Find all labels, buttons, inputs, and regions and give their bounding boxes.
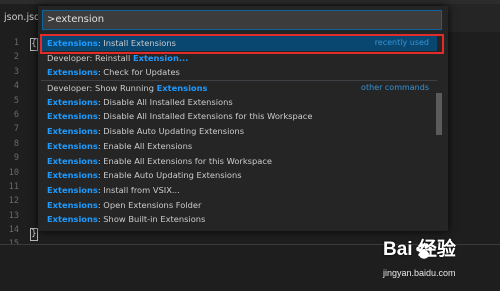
command-item-enable-auto-update[interactable]: Extensions: Enable Auto Updating Extensi… <box>41 168 437 183</box>
command-item-show-builtin[interactable]: Extensions: Show Built-in Extensions <box>41 212 437 227</box>
command-item-disable-all[interactable]: Extensions: Disable All Installed Extens… <box>41 95 437 110</box>
line-number: 7 <box>13 124 19 135</box>
baidu-jingyan-watermark: Bai 经验 jingyan.baidu.com <box>383 238 500 291</box>
command-category: Extensions <box>47 170 98 181</box>
other-commands-tag: other commands <box>361 83 429 93</box>
command-label: : Check for Updates <box>97 67 180 78</box>
command-category: Developer: Show Running <box>47 83 157 94</box>
line-number: 9 <box>13 153 19 164</box>
command-label: Extension... <box>132 52 189 63</box>
line-number: 3 <box>13 66 19 77</box>
command-item-show-running-extensions[interactable]: Developer: Show Running Extensions other… <box>41 80 437 95</box>
line-number: 10 <box>8 167 19 178</box>
line-number: 2 <box>13 52 19 63</box>
command-list: Extensions: Install Extensions recently … <box>41 36 437 227</box>
watermark-url: jingyan.baidu.com <box>383 268 456 278</box>
command-category: Extensions <box>47 126 98 137</box>
command-category: Extensions <box>47 199 98 210</box>
command-category: Extensions <box>47 214 98 225</box>
line-number: 14 <box>8 225 19 236</box>
command-item-disable-all-workspace[interactable]: Extensions: Disable All Installed Extens… <box>41 109 437 124</box>
paw-logo-icon <box>416 243 433 259</box>
command-label: : Install from VSIX... <box>97 184 180 195</box>
line-number: 8 <box>13 138 19 149</box>
command-item-check-updates[interactable]: Extensions: Check for Updates <box>41 65 437 80</box>
command-item-enable-all-workspace[interactable]: Extensions: Enable All Extensions for th… <box>41 154 437 169</box>
command-item-enable-all[interactable]: Extensions: Enable All Extensions <box>41 139 437 154</box>
command-label: : Open Extensions Folder <box>97 199 202 210</box>
command-label: : Enable All Extensions for this Workspa… <box>97 155 272 166</box>
line-number: 5 <box>13 95 19 106</box>
close-brace: } <box>30 228 38 241</box>
line-number: 11 <box>8 181 19 192</box>
command-category: Extensions <box>47 96 98 107</box>
command-item-disable-auto-update[interactable]: Extensions: Disable Auto Updating Extens… <box>41 124 437 139</box>
line-number: 13 <box>8 210 19 221</box>
command-label: : Disable All Installed Extensions for t… <box>97 111 313 122</box>
line-number: 4 <box>13 81 19 92</box>
command-item-install-vsix[interactable]: Extensions: Install from VSIX... <box>41 183 437 198</box>
line-number: 6 <box>13 109 19 120</box>
command-label: : Disable All Installed Extensions <box>97 96 233 107</box>
command-label: : Show Built-in Extensions <box>97 214 206 225</box>
command-category: Developer: Reinstall <box>47 52 133 63</box>
annotation-highlight-box <box>40 34 444 54</box>
command-item-open-folder[interactable]: Extensions: Open Extensions Folder <box>41 198 437 213</box>
command-label: : Enable Auto Updating Extensions <box>97 170 242 181</box>
line-number: 12 <box>8 196 19 207</box>
command-category: Extensions <box>47 67 98 78</box>
line-number: 1 <box>13 38 19 48</box>
command-label: Extensions <box>156 83 208 94</box>
command-label: : Disable Auto Updating Extensions <box>97 126 245 137</box>
command-category: Extensions <box>47 111 98 122</box>
command-list-scrollbar[interactable] <box>436 93 442 135</box>
command-category: Extensions <box>47 184 98 195</box>
open-brace: { <box>30 38 38 51</box>
line-number-gutter: 1 2 3 4 5 6 7 8 9 10 11 12 13 14 15 16 <box>0 36 22 266</box>
command-palette-input[interactable]: >extension <box>42 10 442 30</box>
command-category: Extensions <box>47 155 98 166</box>
command-category: Extensions <box>47 140 98 151</box>
command-label: : Enable All Extensions <box>97 140 193 151</box>
